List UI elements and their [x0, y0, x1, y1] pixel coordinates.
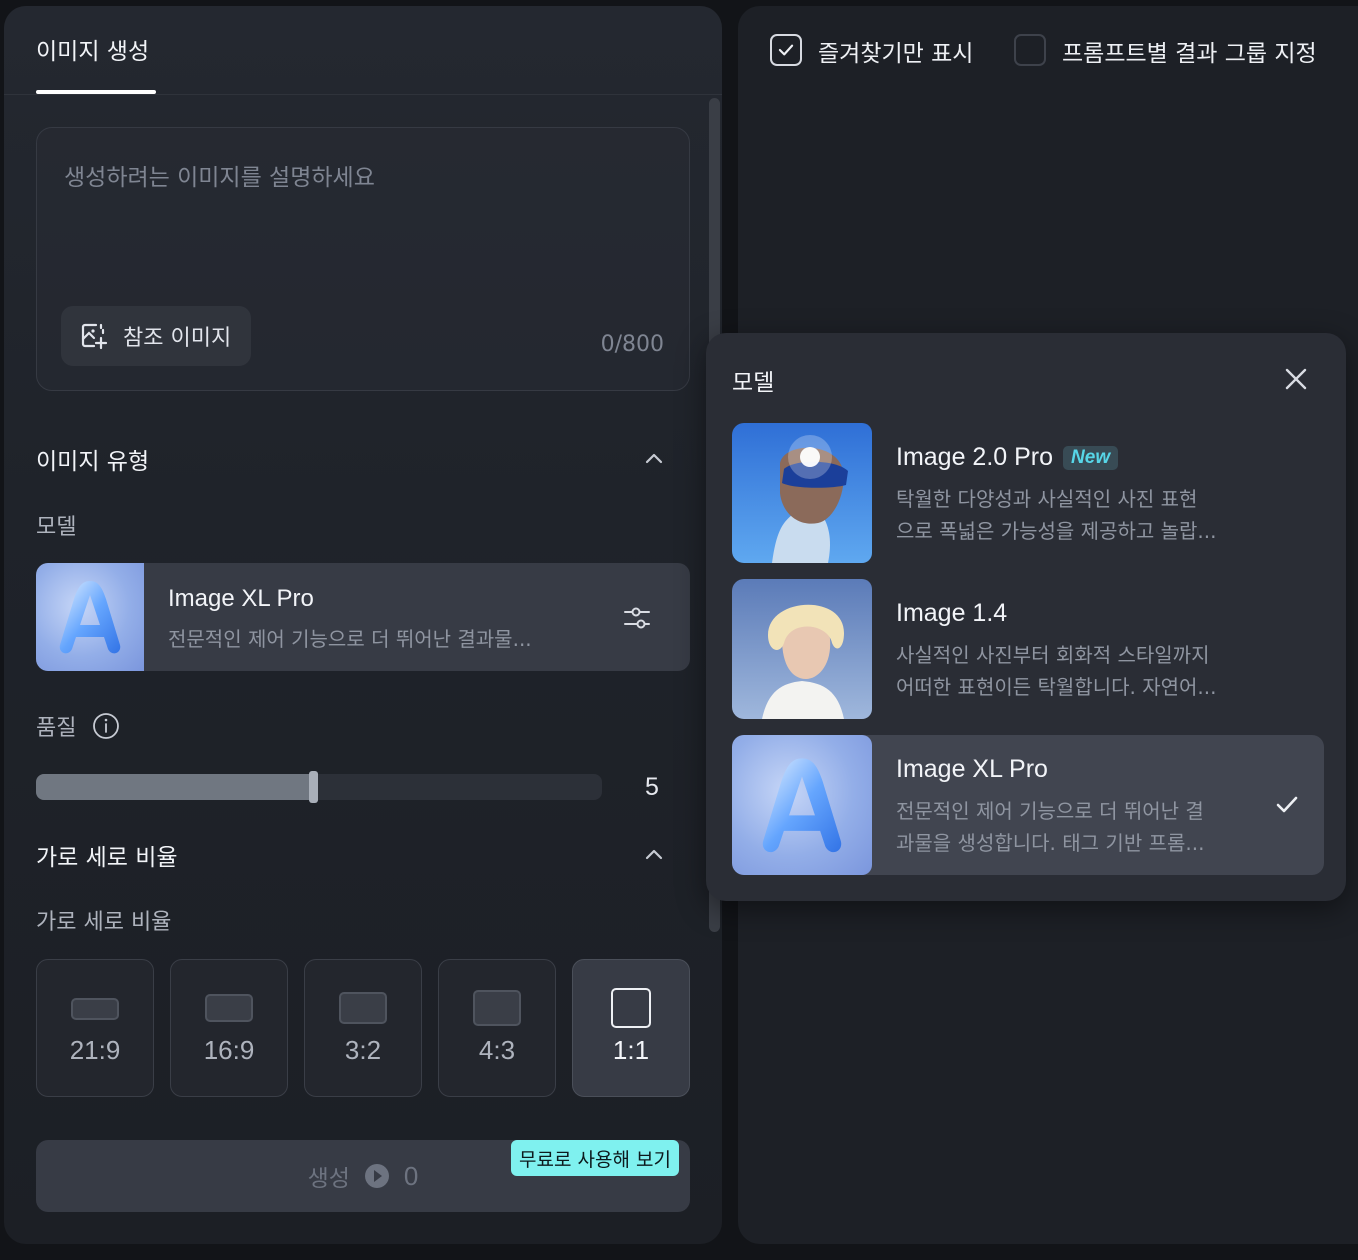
ratio-option-1-1[interactable]: 1:1: [572, 959, 690, 1097]
ratio-option-21-9[interactable]: 21:9: [36, 959, 154, 1097]
model-thumbnail: [732, 423, 872, 563]
ratio-1-1-icon: [611, 988, 651, 1028]
popup-title: 모델: [732, 370, 775, 396]
model-option-title: Image 2.0 Pro: [896, 443, 1054, 471]
prompt-textarea[interactable]: 생성하려는 이미지를 설명하세요 참조 이미지 0/800: [36, 127, 690, 391]
reference-image-button[interactable]: 참조 이미지: [61, 306, 251, 366]
tab-bar: 이미지 생성: [4, 6, 722, 95]
model-label: 모델: [36, 515, 77, 540]
quality-label: 품질: [36, 716, 77, 741]
model-option-description: 탁월한 다양성과 사실적인 사진 표현 으로 폭넓은 가능성을 제공하고 놀랍.…: [896, 483, 1256, 547]
aspect-ratio-label: 가로 세로 비율: [36, 910, 172, 935]
letter-a-logo-icon: [59, 581, 121, 654]
model-thumbnail: [732, 579, 872, 719]
model-option-description: 전문적인 제어 기능으로 더 뛰어난 결 과물을 생성합니다. 태그 기반 프롬…: [896, 795, 1256, 859]
tab-image-generation[interactable]: 이미지 생성: [36, 32, 149, 66]
model-option-description: 사실적인 사진부터 회화적 스타일까지 어떠한 표현이든 탁월합니다. 자연어.…: [896, 639, 1256, 703]
credit-icon: [364, 1164, 389, 1188]
aspect-ratio-title: 가로 세로 비율: [36, 845, 178, 871]
ratio-21-9-icon: [71, 998, 119, 1020]
new-badge: New: [1063, 445, 1119, 470]
model-option-title: Image XL Pro: [896, 755, 1048, 783]
letter-a-logo-icon: [762, 758, 842, 853]
check-icon: [778, 44, 794, 56]
model-option-image-2-0-pro[interactable]: Image 2.0 Pro New 탁월한 다양성과 사실적인 사진 표현 으로…: [732, 423, 1324, 563]
chevron-up-icon[interactable]: [642, 843, 666, 867]
model-option-description-line: 어떠한 표현이든 탁월합니다. 자연어...: [896, 675, 1217, 699]
model-option-image-1-4[interactable]: Image 1.4 사실적인 사진부터 회화적 스타일까지 어떠한 표현이든 탁…: [732, 579, 1324, 719]
model-option-name: Image 1.4: [896, 599, 1007, 628]
tab-active-indicator: [36, 90, 156, 94]
ratio-option-4-3[interactable]: 4:3: [438, 959, 556, 1097]
info-icon[interactable]: [92, 712, 120, 740]
group-by-prompt-checkbox[interactable]: [1014, 34, 1046, 66]
model-option-name: Image XL Pro: [896, 755, 1048, 784]
model-option-description-line: 사실적인 사진부터 회화적 스타일까지: [896, 643, 1210, 667]
model-option-description-line: 전문적인 제어 기능으로 더 뛰어난 결: [896, 799, 1204, 823]
model-option-image-xl-pro[interactable]: Image XL Pro 전문적인 제어 기능으로 더 뛰어난 결 과물을 생성…: [732, 735, 1324, 875]
ratio-option-16-9[interactable]: 16:9: [170, 959, 288, 1097]
model-option-description-line: 탁월한 다양성과 사실적인 사진 표현: [896, 487, 1198, 511]
model-selector-popup: 모델 Image 2.0 Pro New 탁월한 다양성과 사실적인 사진 표현…: [706, 333, 1346, 901]
sliders-icon[interactable]: [622, 603, 652, 633]
ratio-label: 4:3: [478, 1035, 516, 1065]
ratio-option-3-2[interactable]: 3:2: [304, 959, 422, 1097]
ratio-3-2-icon: [339, 992, 387, 1024]
quality-value: 5: [645, 773, 659, 801]
ratio-4-3-icon: [473, 990, 521, 1026]
ratio-label: 1:1: [612, 1035, 650, 1065]
chevron-up-icon[interactable]: [642, 447, 666, 471]
add-image-icon: [81, 323, 108, 350]
prompt-placeholder: 생성하려는 이미지를 설명하세요: [64, 165, 375, 191]
ratio-16-9-icon: [205, 994, 253, 1022]
generate-label: 생성: [307, 1166, 350, 1192]
ratio-label: 16:9: [203, 1035, 255, 1065]
character-count: 0/800: [600, 332, 664, 357]
model-option-name: Image 2.0 Pro New: [896, 443, 1119, 472]
image-type-title: 이미지 유형: [36, 449, 150, 475]
close-icon[interactable]: [1282, 365, 1310, 393]
reference-image-label: 참조 이미지: [123, 326, 232, 351]
free-trial-badge: 무료로 사용해 보기: [511, 1140, 679, 1176]
quality-slider-handle[interactable]: [309, 771, 319, 803]
model-option-description-line: 으로 폭넓은 가능성을 제공하고 놀랍...: [896, 519, 1217, 543]
check-icon: [1276, 796, 1298, 813]
selected-model-card[interactable]: Image XL Pro 전문적인 제어 기능으로 더 뛰어난 결과물...: [36, 563, 690, 671]
model-thumbnail: [36, 563, 144, 671]
model-thumbnail: [732, 735, 872, 875]
model-option-title: Image 1.4: [896, 599, 1008, 627]
model-option-description-line: 과물을 생성합니다. 태그 기반 프롬...: [896, 831, 1205, 855]
selected-model-description: 전문적인 제어 기능으로 더 뛰어난 결과물...: [168, 627, 532, 651]
group-by-prompt-label[interactable]: 프롬프트별 결과 그룹 지정: [1062, 34, 1317, 68]
generate-credit-count: 0: [403, 1160, 419, 1191]
favorites-only-label[interactable]: 즐겨찾기만 표시: [818, 34, 973, 68]
favorites-only-checkbox[interactable]: [770, 34, 802, 66]
ratio-label: 21:9: [69, 1035, 121, 1065]
quality-slider-track[interactable]: [36, 774, 602, 800]
image-generation-panel: 이미지 생성 생성하려는 이미지를 설명하세요 참조 이미지 0/800 이미지…: [4, 6, 722, 1244]
ratio-label: 3:2: [344, 1035, 382, 1065]
quality-slider-fill: [36, 774, 314, 800]
selected-model-name: Image XL Pro: [168, 585, 314, 612]
